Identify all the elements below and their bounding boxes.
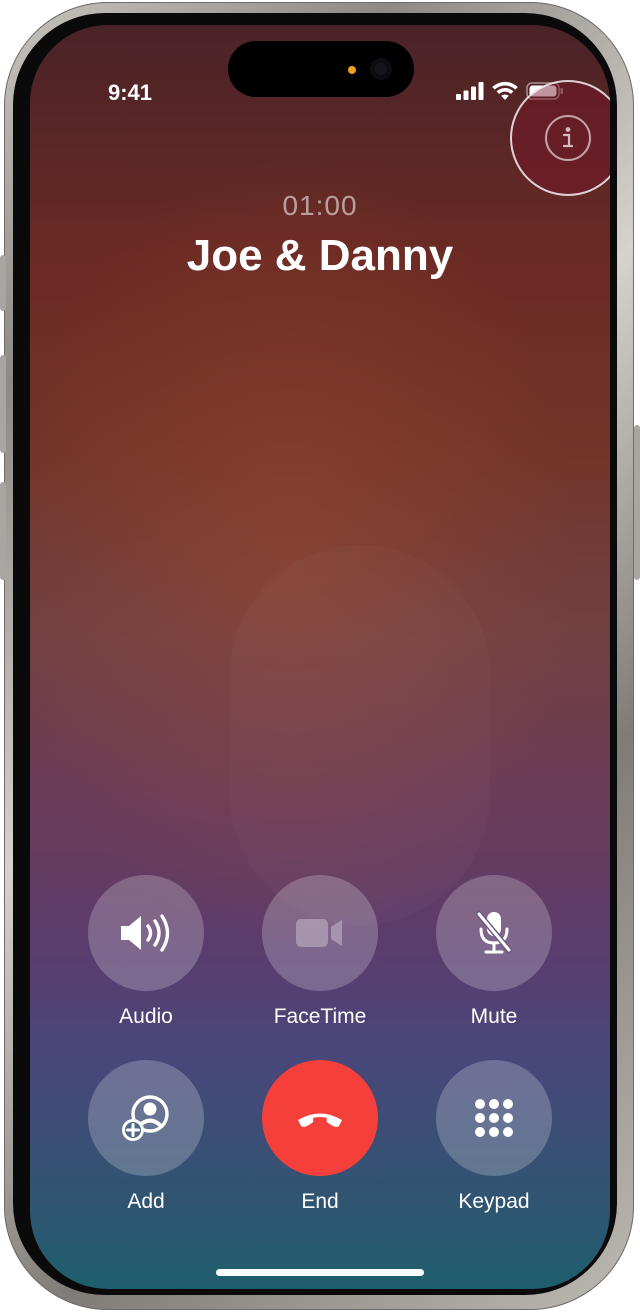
hang-up-icon: [298, 1113, 342, 1127]
front-camera: [370, 58, 392, 80]
keypad-icon: [475, 1099, 513, 1137]
volume-down-button: [0, 482, 6, 580]
add-control: Add: [88, 1060, 204, 1214]
facetime-button[interactable]: [262, 875, 378, 991]
audio-label: Audio: [119, 1005, 173, 1028]
end-call-button[interactable]: [262, 1060, 378, 1176]
power-button: [634, 425, 640, 580]
facetime-label: FaceTime: [273, 1005, 367, 1028]
speaker-icon: [121, 914, 170, 952]
status-time: 9:41: [108, 80, 153, 105]
action-button: [0, 255, 6, 311]
info-icon: [545, 115, 591, 161]
audio-control: Audio: [88, 875, 204, 1029]
audio-button[interactable]: [88, 875, 204, 991]
home-indicator[interactable]: [216, 1269, 424, 1276]
microphone-slash-icon: [476, 911, 512, 954]
keypad-button[interactable]: [436, 1060, 552, 1176]
keypad-control: Keypad: [436, 1060, 552, 1214]
end-control: End: [262, 1060, 378, 1214]
cellular-signal-icon: [456, 81, 484, 105]
video-camera-icon: [296, 919, 342, 947]
caller-name: Joe & Danny: [186, 231, 454, 280]
wifi-icon: [492, 81, 518, 105]
dynamic-island: [228, 41, 414, 97]
mute-label: Mute: [470, 1005, 518, 1028]
facetime-control: FaceTime: [262, 875, 378, 1029]
end-label: End: [301, 1190, 339, 1213]
privacy-indicator-dot: [348, 66, 356, 74]
info-button[interactable]: [510, 80, 610, 196]
volume-up-button: [0, 355, 6, 453]
call-duration: 01:00: [282, 190, 358, 221]
add-label: Add: [127, 1190, 165, 1213]
call-screen: 9:41 01:00 Joe & Danny Audio FaceTime Mu…: [30, 25, 610, 1289]
add-person-icon: [122, 1095, 169, 1141]
add-button[interactable]: [88, 1060, 204, 1176]
mute-control: Mute: [436, 875, 552, 1029]
keypad-label: Keypad: [458, 1190, 530, 1213]
mute-button[interactable]: [436, 875, 552, 991]
background-shape: [230, 545, 490, 925]
